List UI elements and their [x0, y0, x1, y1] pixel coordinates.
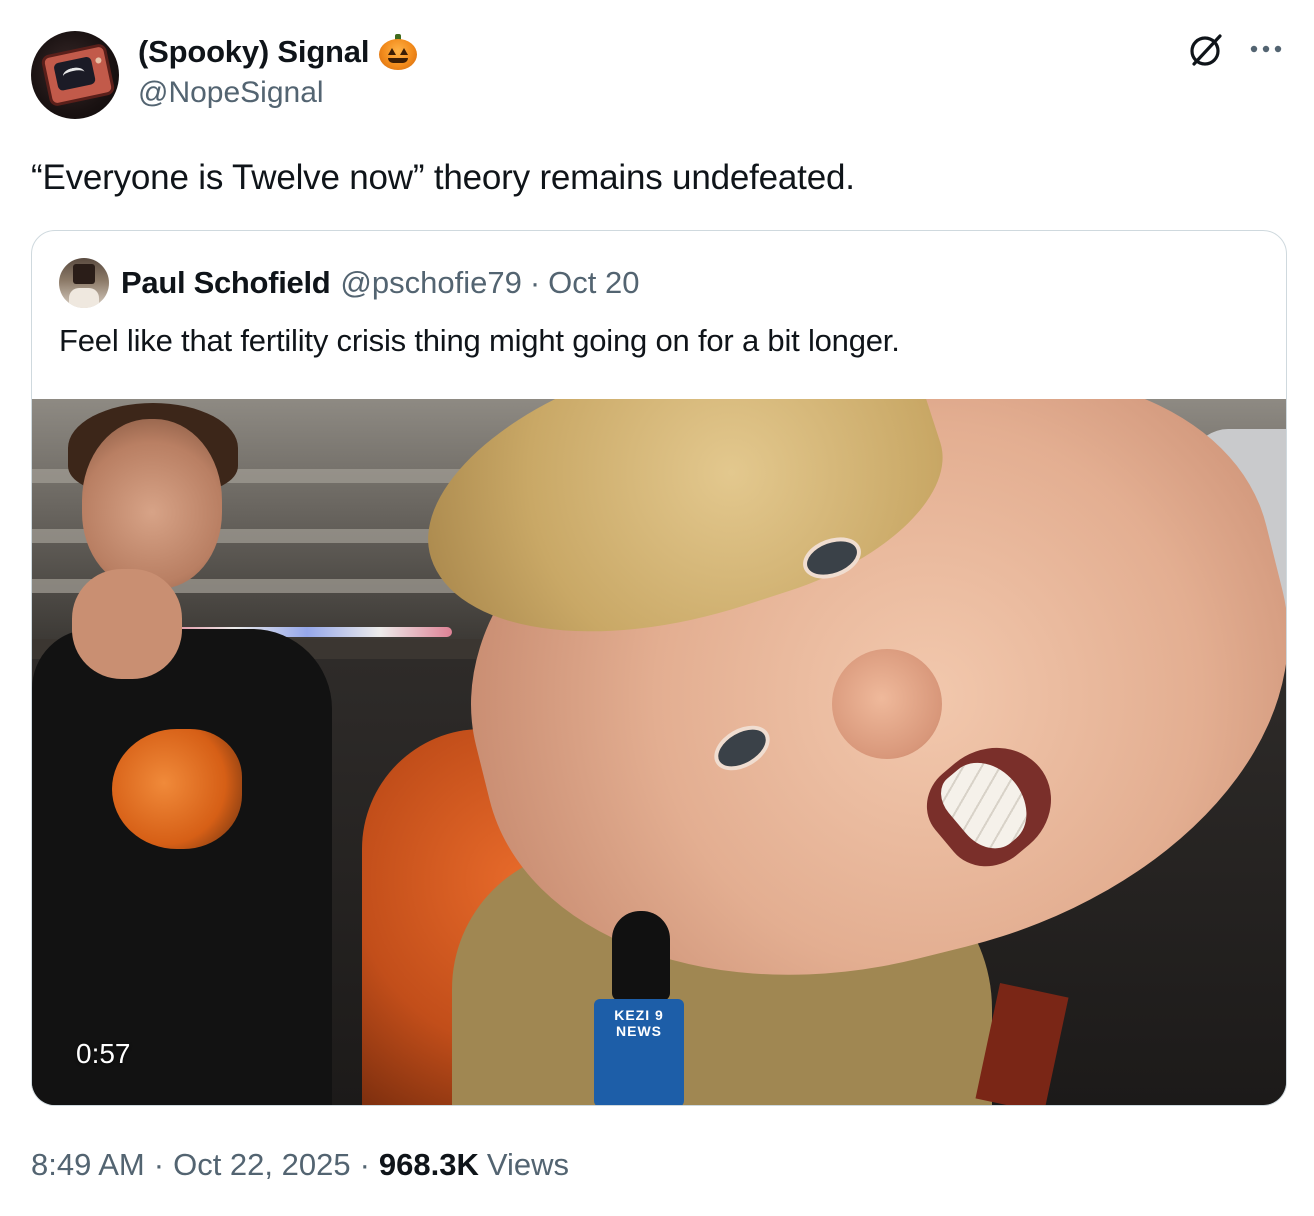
author-display-name[interactable]: (Spooky) Signal [138, 34, 369, 70]
tweet: (Spooky) Signal @NopeSignal “Everyone is… [0, 0, 1314, 1216]
separator: · [359, 1147, 370, 1182]
author-avatar[interactable] [31, 31, 119, 119]
background-person-hand [72, 569, 182, 679]
tweet-date[interactable]: Oct 22, 2025 [173, 1147, 351, 1183]
tweet-metadata: 8:49 AM · Oct 22, 2025 · 968.3K Views [31, 1144, 569, 1186]
grok-icon[interactable] [1186, 30, 1226, 70]
quoted-author-name[interactable]: Paul Schofield [121, 265, 331, 301]
beaver-logo [112, 729, 242, 849]
views-label[interactable]: Views [487, 1147, 569, 1183]
video-player[interactable]: KEZI 9 NEWS 0:57 [32, 399, 1286, 1105]
author-name-row[interactable]: (Spooky) Signal [138, 30, 418, 74]
separator: · [153, 1147, 165, 1182]
pumpkin-emoji-icon [379, 34, 418, 70]
microphone [612, 911, 670, 1001]
quoted-tweet-text: Feel like that fertility crisis thing mi… [59, 323, 900, 358]
quoted-tweet-header: Paul Schofield @pschofie79 · Oct 20 [59, 257, 639, 309]
background-person-face [82, 419, 222, 589]
quoted-separator: · [529, 265, 541, 300]
quoted-date[interactable]: Oct 20 [548, 265, 639, 301]
tv-avatar-graphic [40, 42, 116, 108]
tweet-text: “Everyone is Twelve now” theory remains … [31, 158, 855, 197]
quoted-author-handle[interactable]: @pschofie79 [340, 265, 521, 301]
background-person-shirt [32, 629, 332, 1105]
more-icon[interactable] [1246, 34, 1286, 64]
mic-flag-label: KEZI 9 NEWS [614, 1007, 664, 1039]
quoted-author-avatar[interactable] [59, 258, 109, 308]
video-duration: 0:57 [76, 1038, 131, 1069]
quoted-tweet[interactable]: Paul Schofield @pschofie79 · Oct 20 Feel… [31, 230, 1287, 1106]
views-count[interactable]: 968.3K [379, 1147, 479, 1183]
nose [832, 649, 942, 759]
author-handle[interactable]: @NopeSignal [138, 76, 324, 110]
tweet-time[interactable]: 8:49 AM [31, 1147, 145, 1183]
